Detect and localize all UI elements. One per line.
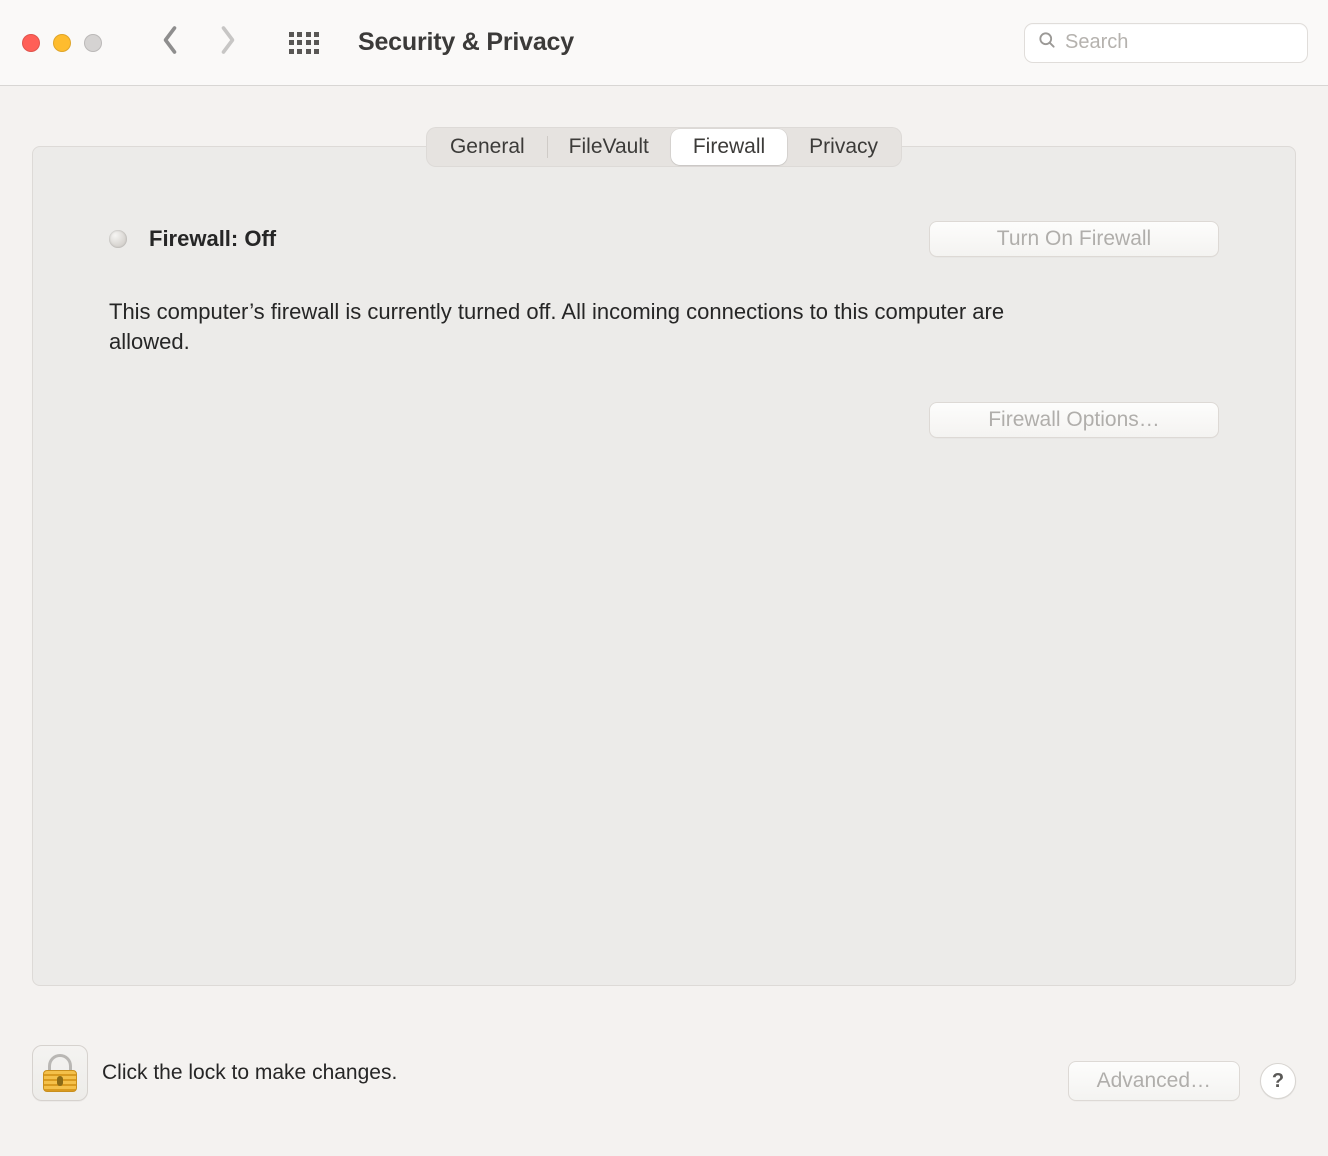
lock-row: Click the lock to make changes. (32, 1045, 397, 1101)
firewall-status-row: Firewall: Off Turn On Firewall (109, 221, 1219, 257)
tab-label: FileVault (569, 135, 649, 159)
tab-label: General (450, 135, 525, 159)
window-controls (22, 34, 102, 52)
chevron-left-icon (159, 25, 181, 60)
tab-label: Firewall (693, 135, 765, 159)
tab-general[interactable]: General (428, 129, 547, 165)
tab-filevault[interactable]: FileVault (547, 129, 671, 165)
firewall-options-button[interactable]: Firewall Options… (929, 402, 1219, 438)
window-title: Security & Privacy (358, 28, 574, 57)
tab-privacy[interactable]: Privacy (787, 129, 900, 165)
footer-right: Advanced… ? (1068, 1061, 1296, 1101)
toolbar: Security & Privacy (0, 0, 1328, 86)
turn-on-firewall-button[interactable]: Turn On Firewall (929, 221, 1219, 257)
search-input[interactable] (1065, 31, 1295, 54)
window-zoom-button[interactable] (84, 34, 102, 52)
button-label: Advanced… (1097, 1069, 1211, 1093)
advanced-button[interactable]: Advanced… (1068, 1061, 1240, 1101)
tab-bar: General FileVault Firewall Privacy (426, 127, 902, 167)
lock-button[interactable] (32, 1045, 88, 1101)
lock-icon (43, 1054, 77, 1092)
forward-button[interactable] (204, 19, 252, 67)
preference-pane: General FileVault Firewall Privacy Firew… (0, 86, 1328, 1156)
window-minimize-button[interactable] (53, 34, 71, 52)
search-icon (1037, 30, 1065, 55)
button-label: Firewall Options… (988, 408, 1160, 432)
window-close-button[interactable] (22, 34, 40, 52)
content-panel: Firewall: Off Turn On Firewall This comp… (32, 146, 1296, 986)
firewall-status-label: Firewall: Off (149, 226, 276, 252)
lock-hint-text: Click the lock to make changes. (102, 1061, 397, 1085)
show-all-button[interactable] (280, 19, 328, 67)
status-indicator-icon (109, 230, 127, 248)
button-label: Turn On Firewall (997, 227, 1151, 251)
tab-firewall[interactable]: Firewall (671, 129, 787, 165)
chevron-right-icon (217, 25, 239, 60)
help-button[interactable]: ? (1260, 1063, 1296, 1099)
tab-label: Privacy (809, 135, 878, 159)
grid-icon (289, 32, 320, 54)
question-mark-icon: ? (1272, 1070, 1284, 1093)
search-field[interactable] (1024, 23, 1308, 63)
back-button[interactable] (146, 19, 194, 67)
firewall-description: This computer’s firewall is currently tu… (109, 297, 1009, 358)
